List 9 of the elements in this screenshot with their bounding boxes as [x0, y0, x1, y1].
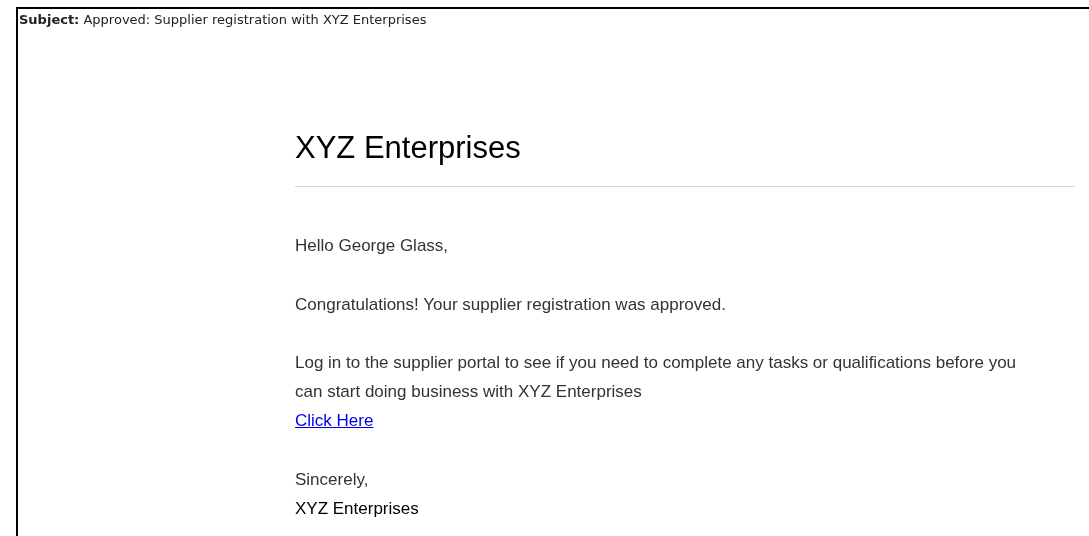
signature-text: XYZ Enterprises: [295, 498, 419, 520]
body-paragraph: Log in to the supplier portal to see if you need to complete any tasks or qualifications before you can start doing business with XYZ Enterprises: [295, 352, 1018, 403]
greeting-text: Hello George Glass,: [295, 235, 449, 257]
closing-text: Sincerely,: [295, 469, 369, 491]
subject-text: Approved: Supplier registration with XYZ Enterprises: [83, 12, 427, 27]
click-here-link[interactable]: Click Here: [295, 406, 374, 435]
body-paragraph: Congratulations! Your supplier registration was approved.: [295, 294, 726, 316]
subject-label: Subject:: [19, 12, 80, 27]
email-heading: XYZ Enterprises: [295, 129, 1075, 187]
